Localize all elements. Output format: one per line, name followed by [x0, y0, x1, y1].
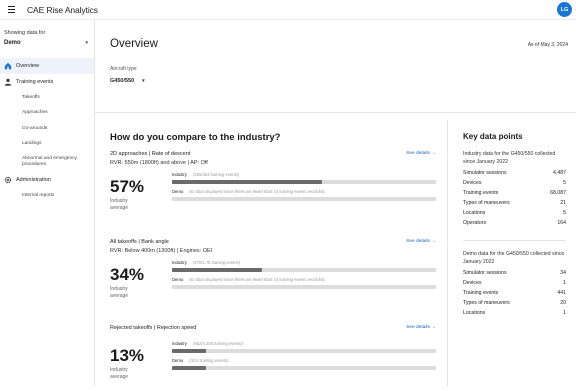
home-icon: [3, 62, 12, 71]
metric-title: 2D approaches | Rate of descent: [110, 151, 191, 157]
data-row: Devices 5: [463, 180, 566, 186]
data-row: Locations 5: [463, 210, 566, 216]
industry-row-label: Industry (570/1.7k training events): [172, 260, 241, 265]
metric-title: Rejected takeoffs | Rejection speed: [110, 325, 197, 331]
comparison-bars: Industry (570/1.7k training events) Demo N…: [172, 260, 436, 289]
data-row: Training events 68,087: [463, 190, 566, 196]
see-details-link[interactable]: See details →: [406, 151, 436, 156]
data-row: Devices 1: [463, 280, 566, 286]
data-row: Locations 1: [463, 310, 566, 316]
sidebar-item-label: Administration: [16, 177, 51, 183]
metric-subtitle: RVR: Below 400m (1300ft) | Engines: OEI: [110, 248, 213, 254]
industry-row-label: Industry (562/4,304 training events): [172, 341, 243, 346]
main-content: Overview As of May 3, 2024 Aircraft type…: [95, 20, 576, 387]
metric-body: 13% Industry average Industry (562/4,304 t…: [110, 341, 436, 391]
industry-average-label: Industry average: [110, 367, 129, 380]
metric-card: 2D approaches | Rate of descent RVR: 550…: [110, 151, 436, 222]
aircraft-type-select[interactable]: G450/550 ▾: [110, 78, 145, 84]
demo-bar: [172, 285, 436, 289]
industry-data-list: Simulator sessions 4,487 Devices 5 Trainin…: [463, 168, 566, 228]
chevron-down-icon: ▾: [85, 40, 88, 46]
demo-bar: [172, 197, 436, 201]
industry-bar: [172, 349, 436, 353]
user-avatar[interactable]: LG: [557, 2, 572, 17]
data-row: Types of maneuvers 20: [463, 300, 566, 306]
showing-data-label: Showing data for: [4, 30, 46, 36]
metric-subtitle: RVR: 550m (1800ft) and above | AP: Off: [110, 160, 208, 166]
person-icon: [3, 78, 12, 87]
sidebar-nav: Overview Training events Takeoffs Approa…: [0, 58, 94, 204]
chevron-down-icon: ▾: [142, 78, 145, 84]
industry-bar: [172, 268, 436, 272]
demo-row-label: Demo (3/24 training events): [172, 358, 229, 363]
metric-title: All takeoffs | Bank angle: [110, 239, 169, 245]
divider: [463, 240, 566, 241]
industry-row-label: Industry (265/464 training events): [172, 172, 240, 177]
demo-data-list: Simulator sessions 34 Devices 1 Training e…: [463, 268, 566, 318]
metric-card: All takeoffs | Bank angle RVR: Below 400…: [110, 239, 436, 310]
compare-title: How do you compare to the industry?: [110, 132, 281, 143]
demo-row-label: Demo No data displayed since there are fe…: [172, 277, 326, 282]
key-data-title: Key data points: [463, 132, 523, 141]
see-details-link[interactable]: See details →: [406, 239, 436, 244]
sidebar-item-training-events[interactable]: Training events: [0, 74, 94, 90]
divider: [95, 112, 576, 113]
aircraft-type-value: G450/550: [110, 78, 135, 84]
key-data-panel: Key data points Industry data for the G4…: [463, 132, 566, 318]
sidebar: Showing data for Demo ▾ Overview Trainin…: [0, 20, 95, 387]
industry-average-label: Industry average: [110, 198, 129, 211]
data-source-value: Demo: [4, 40, 21, 46]
demo-bar: [172, 366, 436, 370]
sidebar-item-administration[interactable]: Administration: [0, 172, 94, 188]
sidebar-item-approaches[interactable]: Approaches: [0, 106, 94, 122]
sidebar-item-abnormal-procedures[interactable]: Abnormal and emergency procedures: [0, 152, 94, 172]
sidebar-item-label: Training events: [16, 79, 54, 85]
divider: [447, 120, 448, 387]
sidebar-item-label: Overview: [16, 63, 39, 69]
demo-data-heading: Demo data for the G450/550 collected sin…: [463, 251, 565, 265]
sidebar-item-overview[interactable]: Overview: [0, 58, 94, 74]
demo-row-label: Demo No data displayed since there are fe…: [172, 189, 326, 194]
page-title: Overview: [110, 38, 158, 50]
metric-body: 57% Industry average Industry (265/464 tra…: [110, 172, 436, 222]
data-row: Types of maneuvers 21: [463, 200, 566, 206]
aircraft-type-label: Aircraft type: [110, 66, 137, 72]
sidebar-item-internal-reports[interactable]: Internal reports: [0, 188, 94, 204]
data-row: Operators 164: [463, 220, 566, 226]
sidebar-item-go-arounds[interactable]: Go-arounds: [0, 121, 94, 137]
industry-average-label: Industry average: [110, 286, 129, 299]
data-row: Simulator sessions 34: [463, 270, 566, 276]
industry-bar: [172, 180, 436, 184]
comparison-bars: Industry (562/4,304 training events) Demo…: [172, 341, 436, 370]
metric-body: 34% Industry average Industry (570/1.7k tr…: [110, 260, 436, 310]
gear-icon: [3, 176, 12, 185]
comparison-bars: Industry (265/464 training events) Demo No…: [172, 172, 436, 201]
data-row: Simulator sessions 4,487: [463, 170, 566, 176]
see-details-link[interactable]: See details →: [406, 325, 436, 330]
sidebar-item-takeoffs[interactable]: Takeoffs: [0, 90, 94, 106]
menu-icon[interactable]: [5, 0, 23, 20]
industry-data-heading: Industry data for the G450/550 collected…: [463, 151, 556, 165]
industry-average-percent: 13%: [110, 346, 145, 365]
industry-average-percent: 34%: [110, 265, 145, 284]
industry-average-percent: 57%: [110, 177, 145, 196]
sidebar-item-landings[interactable]: Landings: [0, 137, 94, 153]
as-of-date: As of May 3, 2024: [527, 42, 568, 48]
app-title: CAE Rise Analytics: [27, 4, 98, 15]
data-source-select[interactable]: Demo ▾: [4, 40, 88, 46]
metric-card: Rejected takeoffs | Rejection speed See …: [110, 325, 436, 391]
data-row: Training events 441: [463, 290, 566, 296]
top-bar: CAE Rise Analytics LG: [0, 0, 576, 20]
